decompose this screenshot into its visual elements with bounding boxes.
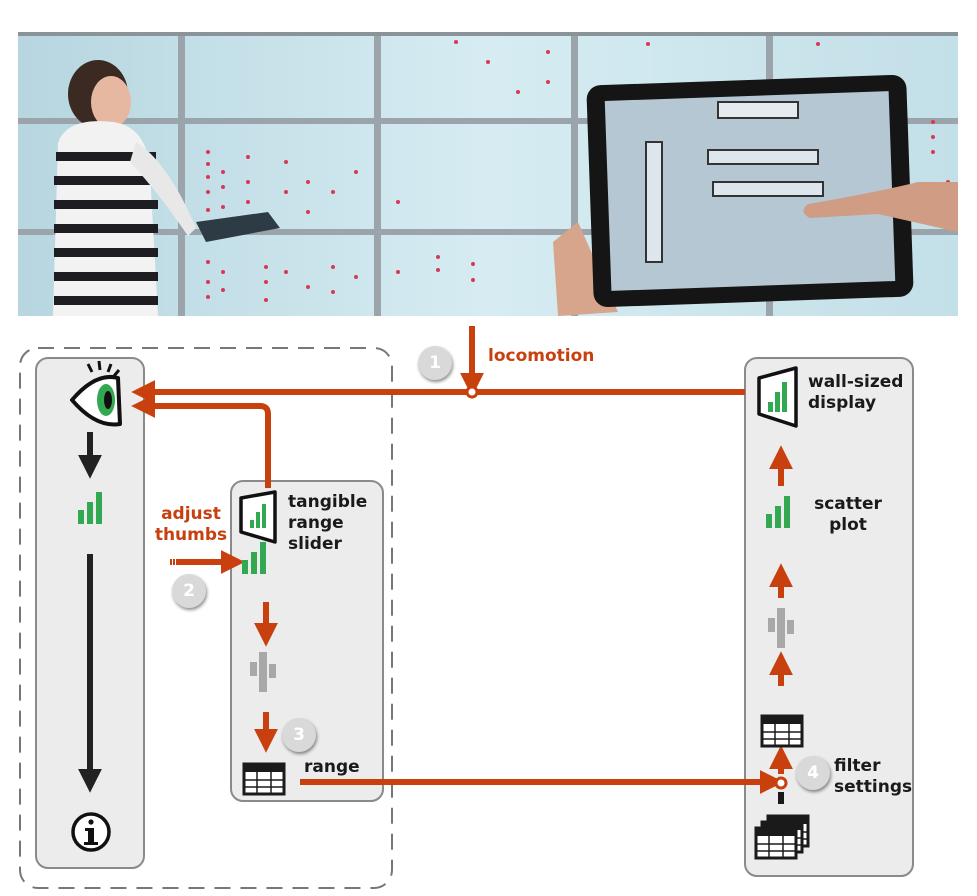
wall-display-icon xyxy=(757,366,798,428)
pipeline-diagram: 1 2 3 4 locomotion adjust thumbs tangibl… xyxy=(0,316,977,896)
stacked-tables-icon xyxy=(754,814,810,860)
wall-display-label: wall-sized display xyxy=(808,372,904,413)
filter-settings-label: filter settings xyxy=(834,756,913,797)
info-icon xyxy=(71,812,111,852)
wall-display-icon xyxy=(239,490,277,544)
photo-wall-and-tablet xyxy=(18,32,958,316)
wall-panel xyxy=(744,357,914,877)
scatter-plot-label: scatter plot xyxy=(814,494,882,535)
adjust-thumbs-label: adjust thumbs xyxy=(154,504,228,545)
step-badge-1: 1 xyxy=(418,346,452,380)
table-icon xyxy=(760,714,804,748)
locomotion-label: locomotion xyxy=(488,346,595,366)
step-badge-3: 3 xyxy=(282,718,316,752)
table-icon xyxy=(242,762,286,796)
range-label: range xyxy=(304,757,360,777)
step-badge-2: 2 xyxy=(172,574,206,608)
flow-slider-to-eye xyxy=(131,394,271,488)
step-badge-4: 4 xyxy=(796,756,830,790)
tangible-slider-label: tangible range slider xyxy=(288,492,368,554)
